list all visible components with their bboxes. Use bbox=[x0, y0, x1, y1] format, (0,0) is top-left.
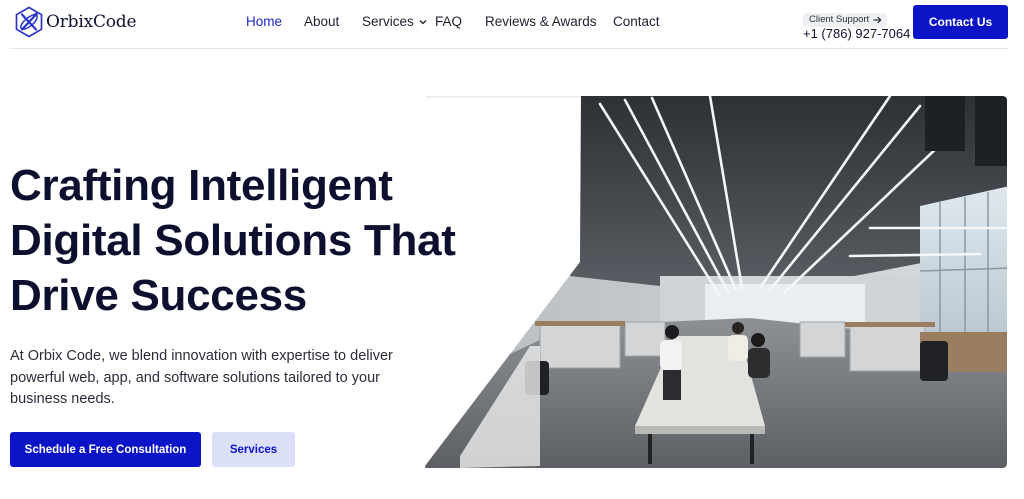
orbix-logo-icon bbox=[15, 6, 43, 38]
site-header: OrbixCode Home About Services FAQ Review… bbox=[0, 0, 1024, 48]
contact-us-button[interactable]: Contact Us bbox=[913, 5, 1008, 39]
services-button[interactable]: Services bbox=[212, 432, 295, 467]
nav-about[interactable]: About bbox=[304, 14, 339, 29]
arrow-right-icon bbox=[873, 16, 882, 23]
nav-services[interactable]: Services bbox=[362, 14, 427, 29]
chevron-down-icon bbox=[419, 19, 427, 24]
hero-title-line: Digital Solutions That bbox=[10, 216, 456, 265]
header-divider bbox=[10, 48, 1008, 49]
client-support-label: Client Support bbox=[809, 14, 870, 25]
schedule-consultation-button[interactable]: Schedule a Free Consultation bbox=[10, 432, 201, 467]
hero-title: Crafting Intelligent Digital Solutions T… bbox=[10, 158, 490, 323]
site-logo[interactable]: OrbixCode bbox=[14, 6, 137, 38]
client-support: Client Support +1 (786) 927-7064 bbox=[803, 9, 910, 41]
nav-home[interactable]: Home bbox=[246, 14, 282, 29]
office-hero-image bbox=[425, 96, 1007, 468]
hero-description: At Orbix Code, we blend innovation with … bbox=[10, 348, 393, 407]
nav-reviews-awards[interactable]: Reviews & Awards bbox=[485, 14, 597, 29]
hero-title-line: Crafting Intelligent bbox=[10, 161, 393, 210]
nav-services-label: Services bbox=[362, 14, 414, 29]
logo-text: OrbixCode bbox=[46, 12, 137, 32]
nav-contact[interactable]: Contact bbox=[613, 14, 660, 29]
support-phone[interactable]: +1 (786) 927-7064 bbox=[803, 26, 910, 41]
client-support-badge[interactable]: Client Support bbox=[803, 12, 888, 27]
nav-faq[interactable]: FAQ bbox=[435, 14, 462, 29]
hero-title-line: Drive Success bbox=[10, 271, 307, 320]
